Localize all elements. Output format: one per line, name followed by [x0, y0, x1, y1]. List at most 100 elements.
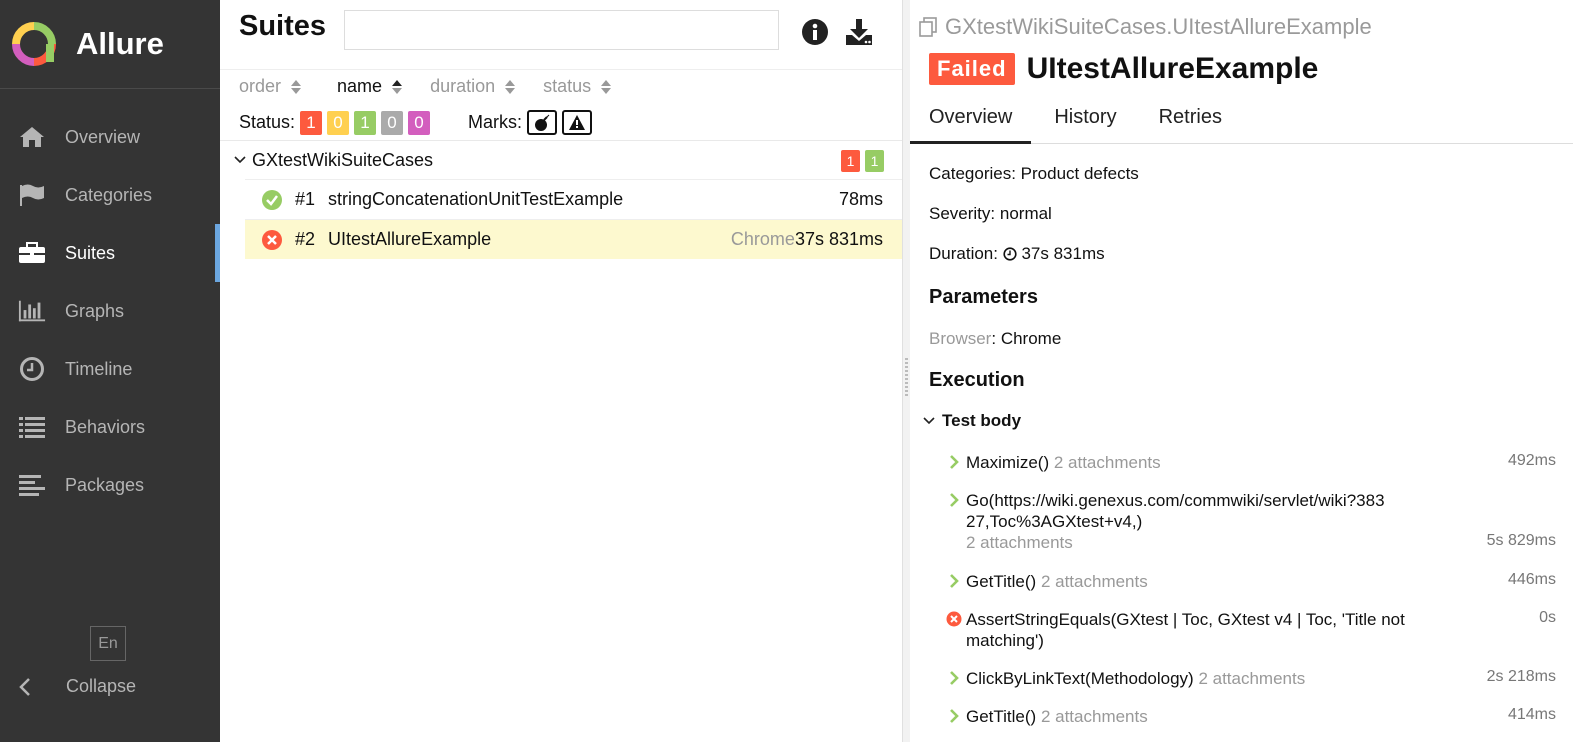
language-button[interactable]: En: [90, 626, 126, 661]
search-input[interactable]: [344, 10, 779, 50]
status-filter-skipped[interactable]: 0: [381, 110, 404, 135]
test-duration: 78ms: [838, 189, 883, 209]
step-row[interactable]: GetTitle() 2 attachments 414ms: [946, 706, 1556, 727]
duration-value: 37s 831ms: [1021, 244, 1105, 263]
home-icon: [18, 124, 46, 150]
step-row[interactable]: GetTitle() 2 attachments 446ms: [946, 571, 1556, 592]
status-filter-failed[interactable]: 1: [300, 110, 323, 135]
parameter-line: Browser: Chrome: [929, 329, 1062, 348]
failed-count-badge: 1: [841, 150, 860, 172]
test-name: stringConcatenationUnitTestExample: [328, 189, 624, 209]
parameter-value: Chrome: [1000, 329, 1062, 348]
sidebar-item-label: Behaviors: [65, 416, 146, 437]
test-number: #1: [295, 189, 316, 209]
clock-icon: [18, 356, 46, 382]
categories-label: Categories:: [929, 164, 1016, 183]
duration-line: Duration: 37s 831ms: [929, 244, 1105, 264]
categories-line: Categories: Product defects: [929, 164, 1139, 184]
step-name: ClickByLinkText(Methodology): [966, 669, 1194, 688]
tab-history[interactable]: History: [1035, 100, 1135, 144]
align-left-icon: [18, 472, 46, 498]
step-row-failed[interactable]: AssertStringEquals(GXtest | Toc, GXtest …: [946, 609, 1556, 651]
status-filter-broken[interactable]: 0: [327, 110, 350, 135]
test-row[interactable]: #1 stringConcatenationUnitTestExample 78…: [245, 179, 902, 219]
suites-panel: Suites order name duration status Status…: [220, 0, 902, 742]
breadcrumb[interactable]: GXtestWikiSuiteCases.UItestAllureExample: [917, 14, 1372, 40]
list-icon: [18, 414, 46, 440]
test-body-toggle[interactable]: Test body: [923, 411, 1021, 431]
test-duration: 37s 831ms: [794, 229, 883, 249]
collapse-button[interactable]: Collapse: [18, 676, 136, 697]
status-filter-label: Status:: [239, 112, 296, 132]
step-attachments: 2 attachments: [1040, 707, 1148, 726]
tab-retries[interactable]: Retries: [1140, 100, 1241, 144]
chevron-right-icon: [950, 709, 959, 723]
info-icon[interactable]: [800, 16, 830, 48]
status-filter-passed[interactable]: 1: [354, 110, 377, 135]
test-row-selected[interactable]: #2 UItestAllureExample Chrome37s 831ms: [245, 219, 902, 259]
sort-duration[interactable]: duration: [430, 76, 516, 97]
sidebar-item-categories[interactable]: Categories: [0, 166, 220, 224]
sort-arrows-icon: [505, 79, 516, 94]
execution-heading: Execution: [929, 369, 1025, 391]
tab-overview[interactable]: Overview: [910, 100, 1032, 144]
step-attachments: 2 attachments: [1198, 669, 1306, 688]
page-title: Suites: [239, 10, 327, 42]
passed-count-badge: 1: [865, 150, 884, 172]
download-icon[interactable]: [844, 16, 874, 48]
step-name: Maximize(): [966, 453, 1050, 472]
sidebar-item-behaviors[interactable]: Behaviors: [0, 398, 220, 456]
collapse-label: Collapse: [66, 676, 137, 696]
severity-value: normal: [999, 204, 1052, 223]
bar-chart-icon: [18, 298, 46, 324]
warning-icon: [569, 114, 586, 130]
parameters-heading: Parameters: [929, 286, 1038, 308]
step-duration: 492ms: [1507, 452, 1556, 469]
sidebar-item-suites[interactable]: Suites: [0, 224, 220, 282]
suite-group-name: GXtestWikiSuiteCases: [252, 149, 434, 170]
step-name: GetTitle(): [966, 572, 1037, 591]
test-parameter: Chrome: [730, 229, 795, 249]
sort-arrows-icon: [291, 79, 302, 94]
suites-header: Suites: [220, 0, 902, 70]
suite-group-row[interactable]: GXtestWikiSuiteCases 1 1: [220, 141, 902, 179]
sort-arrows-icon: [601, 79, 612, 94]
allure-report-app: Allure Overview Categories Suites Graphs…: [0, 0, 1573, 742]
step-row[interactable]: ClickByLinkText(Methodology) 2 attachmen…: [946, 668, 1556, 689]
status-filter-unknown[interactable]: 0: [408, 110, 431, 135]
sidebar-item-overview[interactable]: Overview: [0, 108, 220, 166]
sort-arrows-icon: [392, 79, 403, 94]
sidebar-nav: Overview Categories Suites Graphs Timeli…: [0, 108, 220, 514]
test-name: UItestAllureExample: [328, 229, 492, 249]
sidebar-item-label: Graphs: [65, 300, 125, 321]
step-row[interactable]: Maximize() 2 attachments 492ms: [946, 452, 1556, 473]
test-duration-with-param: Chrome37s 831ms: [731, 229, 883, 250]
sort-bar: order name duration status: [239, 76, 639, 97]
sort-name[interactable]: name: [337, 76, 403, 97]
test-body-label: Test body: [942, 411, 1022, 430]
flaky-mark-button[interactable]: [527, 110, 558, 135]
chevron-right-icon: [950, 671, 959, 685]
sort-order[interactable]: order: [239, 76, 302, 97]
failed-x-icon: [946, 611, 962, 627]
allure-logo-icon: [12, 22, 56, 66]
step-duration: 2s 218ms: [1486, 668, 1556, 685]
sidebar-item-packages[interactable]: Packages: [0, 456, 220, 514]
breadcrumb-text: GXtestWikiSuiteCases.UItestAllureExample: [945, 14, 1372, 39]
duration-label: Duration:: [929, 244, 998, 263]
step-name: GetTitle(): [966, 707, 1037, 726]
severity-line: Severity: normal: [929, 204, 1052, 224]
panel-splitter[interactable]: [902, 0, 910, 742]
step-name: Go(https://wiki.genexus.com/commwiki/ser…: [966, 491, 1385, 531]
step-attachments: 2 attachments: [1040, 572, 1148, 591]
step-row[interactable]: Go(https://wiki.genexus.com/commwiki/ser…: [946, 490, 1556, 553]
bomb-icon: [535, 114, 550, 131]
severity-label: Severity:: [929, 204, 996, 223]
step-duration: 0s: [1539, 609, 1556, 626]
sort-status[interactable]: status: [543, 76, 612, 97]
sidebar-item-timeline[interactable]: Timeline: [0, 340, 220, 398]
new-failed-mark-button[interactable]: [562, 110, 593, 135]
step-duration: 414ms: [1507, 706, 1556, 723]
sidebar-item-graphs[interactable]: Graphs: [0, 282, 220, 340]
brand[interactable]: Allure: [0, 0, 220, 89]
